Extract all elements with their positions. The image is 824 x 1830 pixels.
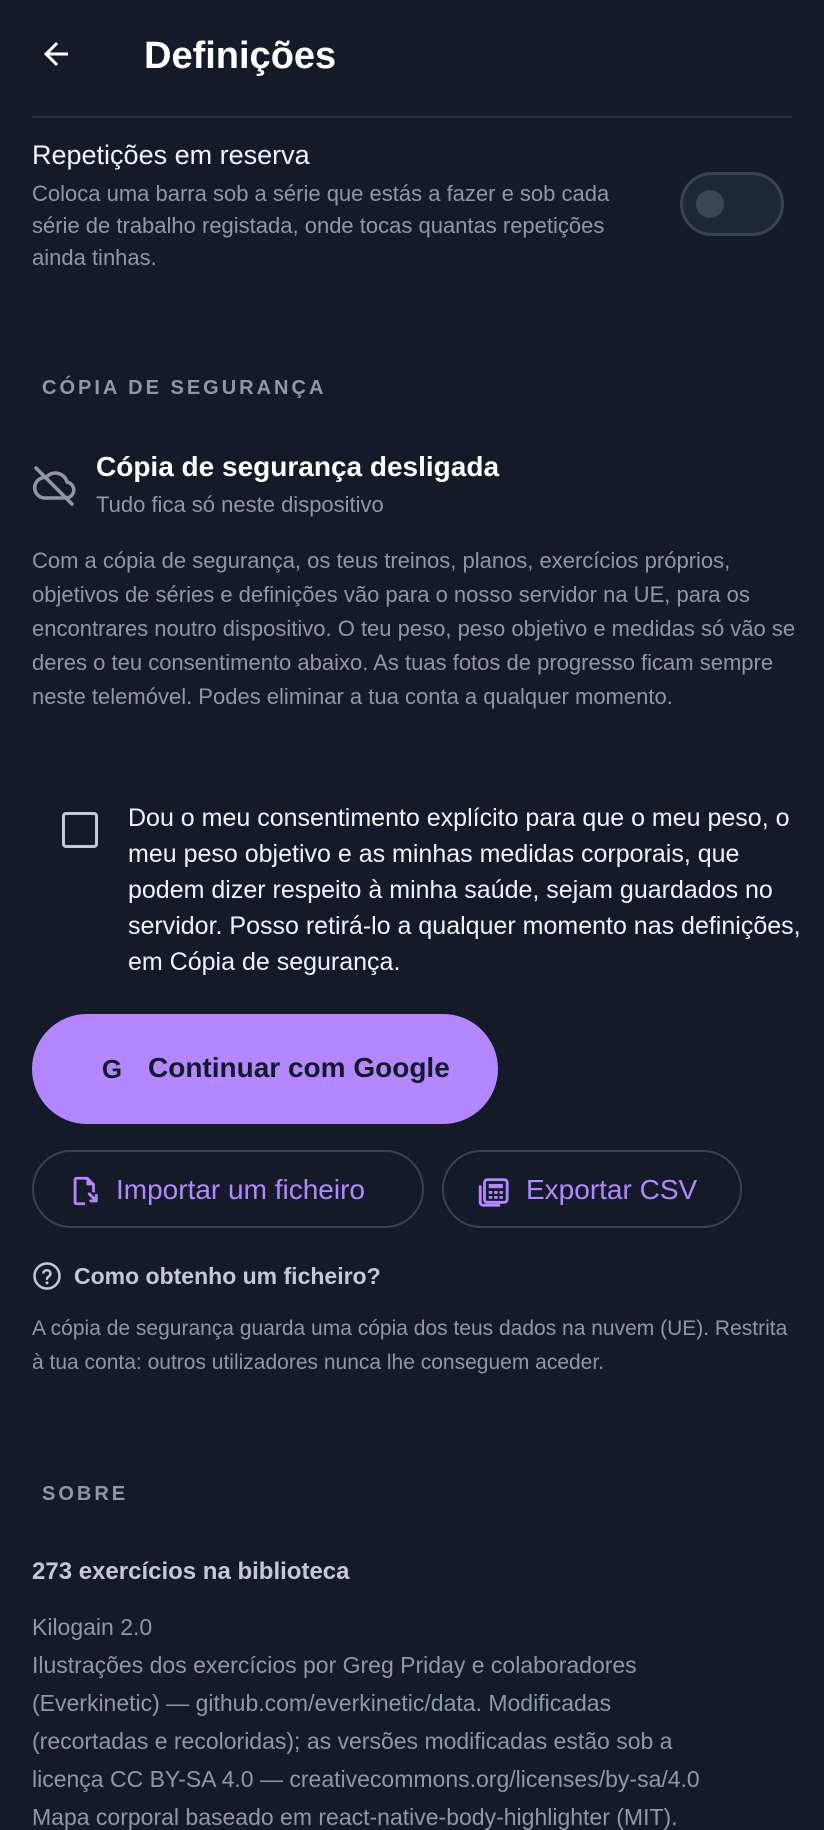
app-header: Definições xyxy=(0,0,824,112)
calculator-table-icon xyxy=(478,1178,509,1207)
help-circle-icon xyxy=(33,1262,61,1290)
export-csv-button[interactable]: Exportar CSV xyxy=(442,1150,742,1228)
credits-line: (recortadas e recoloridas); as versões m… xyxy=(32,1728,673,1754)
credits-line: Ilustrações dos exercícios por Greg Prid… xyxy=(32,1652,637,1678)
toggle-knob xyxy=(696,190,724,218)
arrow-left-icon xyxy=(44,42,68,66)
import-button-label: Importar um ficheiro xyxy=(116,1174,365,1205)
backup-section-header: CÓPIA DE SEGURANÇA xyxy=(42,377,327,399)
about-credits: Kilogain 2.0 Ilustrações dos exercícios … xyxy=(32,1608,812,1830)
reps-in-reserve-toggle[interactable] xyxy=(680,172,784,236)
header-divider xyxy=(32,116,792,118)
credits-line: Mapa corporal baseado em react-native-bo… xyxy=(32,1804,678,1830)
consent-checkbox[interactable] xyxy=(62,812,98,848)
cloud-note: A cópia de segurança guarda uma cópia do… xyxy=(32,1317,788,1374)
backup-description: Com a cópia de segurança, os teus treino… xyxy=(32,548,796,709)
cloud-off-icon xyxy=(32,466,76,506)
google-button-label: Continuar com Google xyxy=(148,1052,450,1083)
exercise-count: 273 exercícios na biblioteca xyxy=(32,1558,350,1585)
export-button-label: Exportar CSV xyxy=(526,1174,698,1205)
google-icon: G xyxy=(101,1053,123,1084)
file-import-icon xyxy=(73,1176,98,1206)
consent-text[interactable]: Dou o meu consentimento explícito para q… xyxy=(128,800,808,980)
reps-in-reserve-description: Coloca uma barra sob a série que estás a… xyxy=(32,181,610,270)
app-version: Kilogain 2.0 xyxy=(32,1614,153,1640)
backup-status-title: Cópia de segurança desligada xyxy=(96,451,500,482)
import-file-button[interactable]: Importar um ficheiro xyxy=(32,1150,424,1228)
backup-status-subtitle: Tudo fica só neste dispositivo xyxy=(96,492,384,517)
how-to-get-file-link[interactable]: Como obtenho um ficheiro? xyxy=(32,1258,381,1294)
credits-line: licença CC BY-SA 4.0 — creativecommons.o… xyxy=(32,1766,700,1792)
page-title: Definições xyxy=(144,35,337,77)
about-section-header: SOBRE xyxy=(42,1483,129,1505)
continue-with-google-button[interactable]: G Continuar com Google xyxy=(32,1014,498,1124)
back-button[interactable] xyxy=(32,30,80,78)
reps-in-reserve-title: Repetições em reserva xyxy=(32,140,310,170)
help-link-label: Como obtenho um ficheiro? xyxy=(74,1263,381,1289)
settings-screen: Definições Repetições em reserva Coloca … xyxy=(0,0,824,1830)
credits-line: (Everkinetic) — github.com/everkinetic/d… xyxy=(32,1690,612,1716)
